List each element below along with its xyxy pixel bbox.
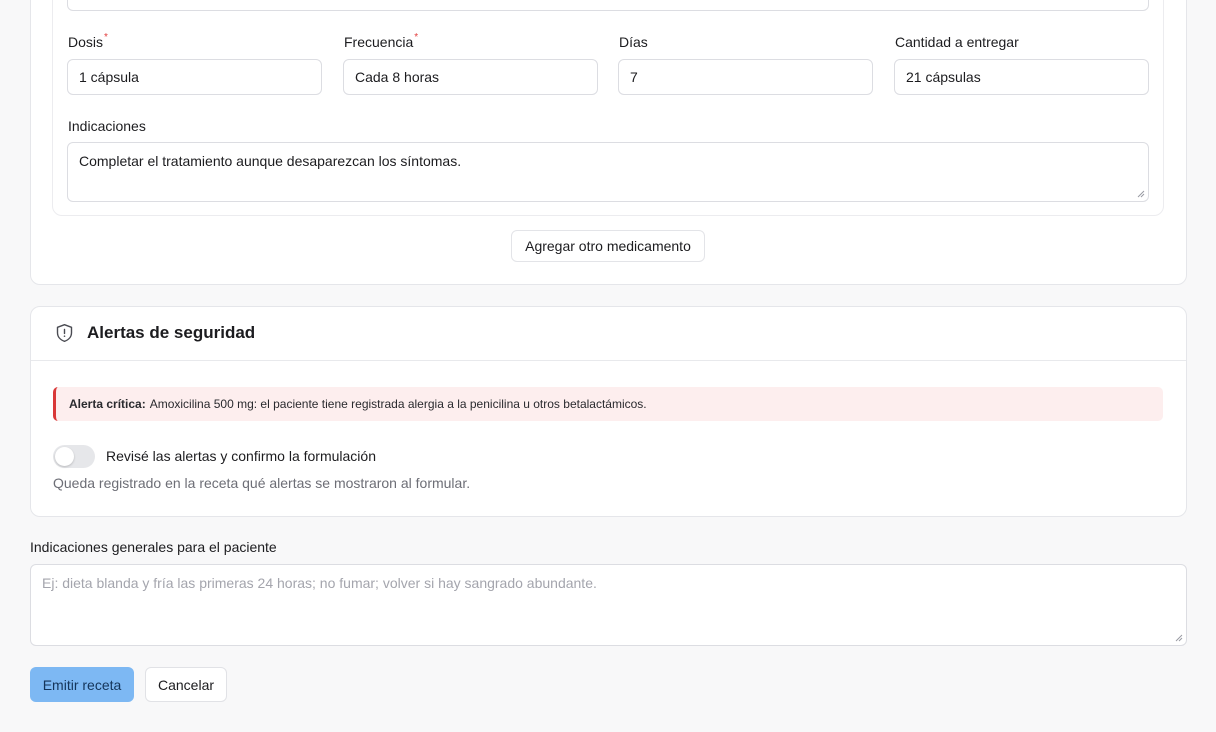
indications-value: Completar el tratamiento aunque desapare…: [79, 153, 462, 169]
quantity-field[interactable]: 21 cápsulas: [894, 59, 1149, 95]
critical-alert-banner: Alerta crítica: Amoxicilina 500 mg: el p…: [53, 387, 1163, 421]
alerts-title: Alertas de seguridad: [87, 323, 256, 342]
days-field[interactable]: 7: [618, 59, 873, 95]
add-medication-button[interactable]: Agregar otro medicamento: [511, 230, 705, 262]
toggle-knob: [55, 447, 74, 466]
quantity-label: Cantidad a entregar: [895, 34, 1019, 50]
dose-label: Dosis*: [68, 32, 108, 50]
confirm-alerts-toggle[interactable]: [53, 445, 95, 468]
alerts-note: Queda registrado en la receta qué alerta…: [53, 475, 471, 491]
general-indications-label: Indicaciones generales para el paciente: [30, 539, 277, 555]
cancel-button[interactable]: Cancelar: [145, 667, 227, 702]
medication-name-field[interactable]: [67, 0, 1149, 11]
indications-label: Indicaciones: [68, 118, 146, 134]
resize-handle-icon[interactable]: [1175, 634, 1183, 642]
general-indications-textarea[interactable]: Ej: dieta blanda y fría las primeras 24 …: [30, 564, 1187, 646]
alerts-divider: [31, 360, 1186, 361]
quantity-value: 21 cápsulas: [906, 69, 981, 85]
frequency-field[interactable]: Cada 8 horas: [343, 59, 598, 95]
confirm-alerts-label: Revisé las alertas y confirmo la formula…: [106, 448, 376, 464]
resize-handle-icon[interactable]: [1137, 190, 1145, 198]
shield-icon: [56, 323, 73, 343]
general-indications-placeholder: Ej: dieta blanda y fría las primeras 24 …: [42, 575, 597, 591]
emit-prescription-button[interactable]: Emitir receta: [30, 667, 134, 702]
critical-alert-prefix: Alerta crítica:: [69, 397, 146, 411]
indications-textarea[interactable]: Completar el tratamiento aunque desapare…: [67, 142, 1149, 202]
dose-field[interactable]: 1 cápsula: [67, 59, 322, 95]
frequency-value: Cada 8 horas: [355, 69, 440, 85]
days-label: Días: [619, 34, 648, 50]
days-value: 7: [630, 69, 638, 85]
frequency-label: Frecuencia*: [344, 32, 419, 50]
dose-value: 1 cápsula: [79, 69, 139, 85]
critical-alert-text: Amoxicilina 500 mg: el paciente tiene re…: [149, 397, 647, 411]
